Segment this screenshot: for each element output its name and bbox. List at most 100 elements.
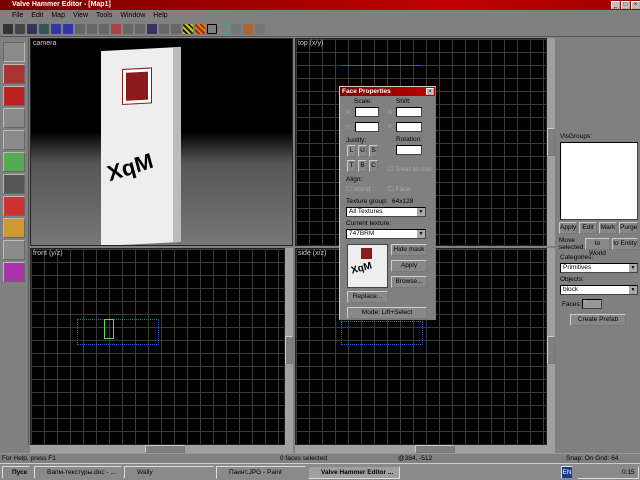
magnify-tool-icon[interactable] <box>3 64 25 84</box>
treat-as-one-checkbox[interactable]: ☐ Treat as one <box>388 165 432 173</box>
grid-toggle-icon[interactable] <box>3 23 13 34</box>
path-tool-icon[interactable] <box>3 262 25 282</box>
texture-group-dropdown[interactable]: All Textures ▼ <box>346 207 426 217</box>
front-viewport[interactable]: front (y/z) <box>30 248 285 445</box>
shift-x-input[interactable] <box>396 107 422 117</box>
hide-mask-button[interactable]: Hide mask <box>391 244 427 256</box>
menu-map[interactable]: Map <box>51 12 65 19</box>
texture-scale-lock-icon[interactable] <box>195 23 205 34</box>
taskbar-item-hammer[interactable]: Valve Hammer Editor ... <box>308 466 400 479</box>
decal-tool-icon[interactable] <box>3 196 25 216</box>
menu-edit[interactable]: Edit <box>31 12 43 19</box>
copy-icon[interactable] <box>159 23 169 34</box>
start-button[interactable]: Пуск <box>2 466 30 479</box>
texture-lock-icon[interactable] <box>183 23 193 34</box>
selection-tool-icon[interactable] <box>3 42 25 62</box>
carve-icon[interactable] <box>75 23 85 34</box>
run-map-icon[interactable] <box>243 23 253 34</box>
system-tray: 0:15 <box>577 466 639 479</box>
side-vscroll[interactable] <box>547 248 555 445</box>
apply-texture-icon[interactable] <box>3 174 25 194</box>
grid-3d-icon[interactable] <box>15 23 25 34</box>
objects-dropdown[interactable]: block ▼ <box>560 285 638 295</box>
viewport-label: side (x/z) <box>298 250 327 257</box>
current-texture-dropdown[interactable]: 747BRM ▼ <box>346 229 426 239</box>
maximize-button[interactable]: □ <box>621 1 630 9</box>
dialog-close-button[interactable]: × <box>426 88 434 95</box>
cut-icon[interactable] <box>147 23 157 34</box>
window-title: Valve Hammer Editor - [Map1] <box>12 1 111 8</box>
hide-icon[interactable] <box>111 23 121 34</box>
front-hscroll[interactable] <box>30 445 293 453</box>
close-button[interactable]: × <box>631 1 640 9</box>
texture-group-label: Texture group: <box>346 198 388 205</box>
menu-help[interactable]: Help <box>153 12 167 19</box>
group-icon[interactable] <box>87 23 97 34</box>
to-world-button[interactable]: to World <box>585 238 610 257</box>
scale-x-input[interactable] <box>355 107 379 117</box>
camera-tool-icon[interactable] <box>3 86 25 106</box>
justify-bottom-button[interactable]: B <box>358 160 367 172</box>
visgroup-mark-button[interactable]: Mark <box>599 222 617 234</box>
justify-top-button[interactable]: T <box>347 160 356 172</box>
cordon-icon[interactable] <box>51 23 61 34</box>
top-vscroll[interactable] <box>547 38 555 246</box>
create-prefab-button[interactable]: Create Prefab <box>570 314 626 326</box>
browse-button[interactable]: Browse... <box>391 276 427 288</box>
options-icon[interactable] <box>255 23 265 34</box>
viewport-label: front (y/z) <box>33 250 63 257</box>
grid-larger-icon[interactable] <box>39 23 49 34</box>
texture-preview: XqM <box>347 244 388 288</box>
menu-window[interactable]: Window <box>120 12 145 19</box>
language-indicator[interactable]: EN <box>561 466 573 479</box>
visgroup-edit-button[interactable]: Edit <box>579 222 597 234</box>
grid-smaller-icon[interactable] <box>27 23 37 34</box>
side-hscroll[interactable] <box>295 445 555 453</box>
taskbar-item-wally[interactable]: Wally <box>124 466 214 479</box>
taskbar-item-paint[interactable]: Паинт.JPG - Paint <box>216 466 306 479</box>
scale-y-input[interactable] <box>355 122 379 132</box>
menu-file[interactable]: File <box>12 12 23 19</box>
paste-icon[interactable] <box>171 23 181 34</box>
unhide-icon[interactable] <box>123 23 133 34</box>
minimize-button[interactable]: _ <box>611 1 620 9</box>
menu-view[interactable]: View <box>73 12 88 19</box>
shift-y-label: Y: <box>388 124 394 131</box>
justify-left-button[interactable]: L <box>347 145 356 157</box>
cordon-edit-icon[interactable] <box>63 23 73 34</box>
replace-button[interactable]: Replace... <box>347 291 388 303</box>
faces-input[interactable]: 4 <box>582 299 602 309</box>
entity-tool-icon[interactable] <box>3 108 25 128</box>
shift-y-input[interactable] <box>396 122 422 132</box>
selection-box-icon[interactable] <box>207 23 217 34</box>
justify-stretch-button[interactable]: S <box>369 145 378 157</box>
visgroups-list[interactable] <box>560 142 638 220</box>
menu-tools[interactable]: Tools <box>96 12 112 19</box>
rotation-input[interactable] <box>396 145 422 155</box>
texture-application-icon[interactable] <box>3 152 25 172</box>
front-vscroll[interactable] <box>285 248 293 445</box>
hide-all-icon[interactable] <box>135 23 145 34</box>
ungroup-icon[interactable] <box>99 23 109 34</box>
clipping-tool-icon[interactable] <box>3 218 25 238</box>
vertex-tool-icon[interactable] <box>3 240 25 260</box>
apply-button[interactable]: Apply <box>391 260 427 272</box>
visgroup-purge-button[interactable]: Purge <box>619 222 638 234</box>
transform-icon[interactable] <box>231 23 241 34</box>
align-face-checkbox[interactable]: ☐ Face <box>388 185 410 193</box>
to-entity-button[interactable]: to Entity <box>612 238 638 250</box>
justify-center-button[interactable]: C <box>369 160 378 172</box>
select-by-handles-icon[interactable] <box>219 23 229 34</box>
status-bar: For Help, press F1 0 faces selected @384… <box>0 453 640 463</box>
align-world-checkbox[interactable]: ☐ World <box>346 185 371 193</box>
scale-label: Scale: <box>354 98 373 105</box>
menu-bar: File Edit Map View Tools Window Help <box>0 10 640 21</box>
visgroup-apply-button[interactable]: Apply <box>559 222 577 234</box>
taskbar-item-word[interactable]: Вапм-текстуры.doc - ... <box>34 466 122 479</box>
justify-up-button[interactable]: U <box>358 145 367 157</box>
categories-dropdown[interactable]: Primitives ▼ <box>560 263 638 273</box>
mode-button[interactable]: Mode: Lift+Select <box>347 307 427 319</box>
align-label: Align: <box>346 176 363 183</box>
camera-viewport[interactable]: XqM camera <box>30 38 293 246</box>
block-tool-icon[interactable] <box>3 130 25 150</box>
